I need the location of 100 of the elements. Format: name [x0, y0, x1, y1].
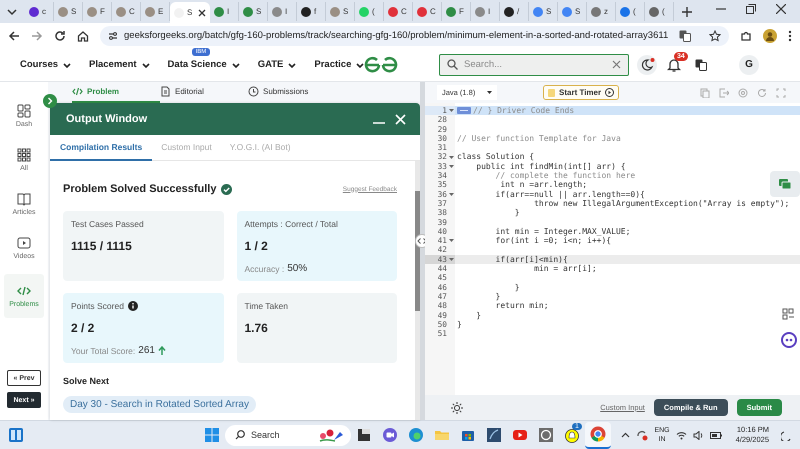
card-label: Time Taken: [244, 301, 288, 311]
site-icon: [533, 6, 543, 16]
code-line: for(int i =0; i<n; i++){: [494, 236, 612, 246]
nav-menu[interactable]: Data Science: [168, 59, 241, 70]
site-icon: [446, 6, 456, 16]
problem-link[interactable]: Day 30 - Search in Rotated Sorted Array: [63, 396, 256, 413]
site-icon: [116, 6, 126, 16]
widgets-icon[interactable]: [8, 427, 24, 443]
document-icon: [160, 86, 171, 97]
browser-tab[interactable]: S: [326, 2, 355, 21]
browser-tab[interactable]: (: [645, 2, 674, 21]
browser-tab[interactable]: S: [54, 2, 83, 21]
site-icon: [620, 6, 630, 16]
database-icon: [485, 426, 503, 444]
code-line: min = arr[i];: [533, 264, 597, 274]
browser-tab[interactable]: S: [239, 2, 268, 21]
footer-label: Your Total Score:: [71, 346, 136, 356]
site-icon: [87, 6, 97, 16]
book-icon: [17, 192, 31, 206]
nav-menu[interactable]: Practice: [314, 59, 366, 70]
output-tab[interactable]: Compilation Results: [50, 135, 152, 161]
browser-tab[interactable]: I: [471, 2, 500, 21]
card-value: 1 / 2: [244, 239, 269, 253]
translate-icon[interactable]: [695, 58, 707, 70]
browser-tab[interactable]: c: [25, 2, 54, 21]
dark-mode-icon[interactable]: [637, 54, 657, 74]
section-heading: Solve Next: [63, 376, 110, 386]
site-icon: [29, 6, 39, 16]
search-icon: [447, 59, 458, 70]
profile-icon[interactable]: [763, 28, 777, 42]
clear-icon[interactable]: [612, 60, 621, 69]
forward-icon[interactable]: [31, 30, 43, 42]
site-icon: [301, 6, 311, 16]
logo-icon[interactable]: [363, 56, 399, 74]
browser-tab[interactable]: (: [355, 2, 384, 21]
new-tab-icon[interactable]: [682, 7, 692, 17]
search-field[interactable]: Search...: [439, 54, 629, 76]
nav-menu[interactable]: Courses: [20, 59, 72, 70]
start-icon[interactable]: [205, 428, 219, 442]
menu-icon[interactable]: [788, 30, 792, 42]
start-timer-button[interactable]: Start Timer: [543, 85, 620, 100]
search-input[interactable]: Search: [251, 430, 311, 440]
close-icon[interactable]: [776, 4, 786, 14]
site-icon: [562, 6, 572, 16]
card-value: 2 / 2: [71, 321, 96, 335]
problem-tab[interactable]: Editorial: [160, 82, 248, 103]
search-input[interactable]: Search...: [464, 59, 606, 70]
scrollbar[interactable]: [415, 161, 420, 420]
volume-icon[interactable]: [692, 430, 704, 440]
browser-tab[interactable]: z: [587, 2, 616, 21]
browser-tab[interactable]: I: [210, 2, 239, 21]
close-icon[interactable]: [198, 8, 206, 16]
browser-tab[interactable]: S: [170, 2, 210, 23]
site-icon: [58, 6, 68, 16]
wifi-icon[interactable]: [676, 430, 687, 440]
theme-toggle-icon[interactable]: [451, 402, 463, 414]
address-bar[interactable]: geeksforgeeks.org/batch/gfg-160-problems/track/searching-gfg-160/problem/minimum-element-in-a-sorted-and-rotated-array3611: [100, 26, 729, 46]
browser-tab[interactable]: F: [83, 2, 112, 21]
browser-tab[interactable]: F: [442, 2, 471, 21]
timer-icon: [548, 88, 555, 96]
site-info-icon: [108, 30, 118, 40]
browser-tab[interactable]: /: [500, 2, 529, 21]
bell-icon[interactable]: [667, 58, 681, 72]
browser-tab[interactable]: C: [384, 2, 413, 21]
browser-tab[interactable]: S: [529, 2, 558, 21]
problem-tab[interactable]: Submissions: [248, 82, 336, 103]
site-icon: [214, 6, 224, 16]
taskbar-search[interactable]: Search: [225, 424, 351, 446]
home-icon[interactable]: [77, 30, 89, 42]
battery-icon[interactable]: [710, 432, 722, 438]
star-icon[interactable]: [709, 30, 721, 42]
clock-icon: [248, 86, 259, 97]
search-icon: [235, 430, 245, 440]
user-avatar[interactable]: G: [739, 54, 759, 74]
apps-icon[interactable]: [782, 308, 794, 320]
browser-tab[interactable]: (: [616, 2, 645, 21]
browser-tab[interactable]: C: [112, 2, 141, 21]
code-icon: [17, 284, 31, 298]
site-icon: [272, 6, 282, 16]
code-line: public int findMin(int[] arr) {: [475, 162, 626, 172]
back-icon[interactable]: [8, 30, 20, 42]
chevron-up-icon[interactable]: [621, 432, 630, 438]
site-icon: [359, 6, 369, 16]
nav-menu[interactable]: GATE: [258, 59, 298, 70]
taskbar-app[interactable]: [585, 422, 611, 448]
browser-tab[interactable]: I: [268, 2, 297, 21]
nav-menu[interactable]: Placement: [89, 59, 151, 70]
dashboard-icon: [17, 104, 31, 118]
restore-icon[interactable]: [746, 4, 756, 14]
browser-tab[interactable]: S: [558, 2, 587, 21]
bot-icon[interactable]: [781, 332, 797, 348]
reload-icon[interactable]: [54, 30, 66, 42]
expand-icon[interactable]: [43, 94, 57, 108]
window-title: Output Window: [66, 113, 148, 125]
check-circle-icon: [221, 184, 232, 194]
translate-icon[interactable]: [679, 30, 691, 42]
browser-tab[interactable]: f: [297, 2, 326, 21]
browser-tab[interactable]: C: [413, 2, 442, 21]
chat-button-icon[interactable]: [770, 171, 800, 197]
video-icon: [17, 236, 31, 250]
